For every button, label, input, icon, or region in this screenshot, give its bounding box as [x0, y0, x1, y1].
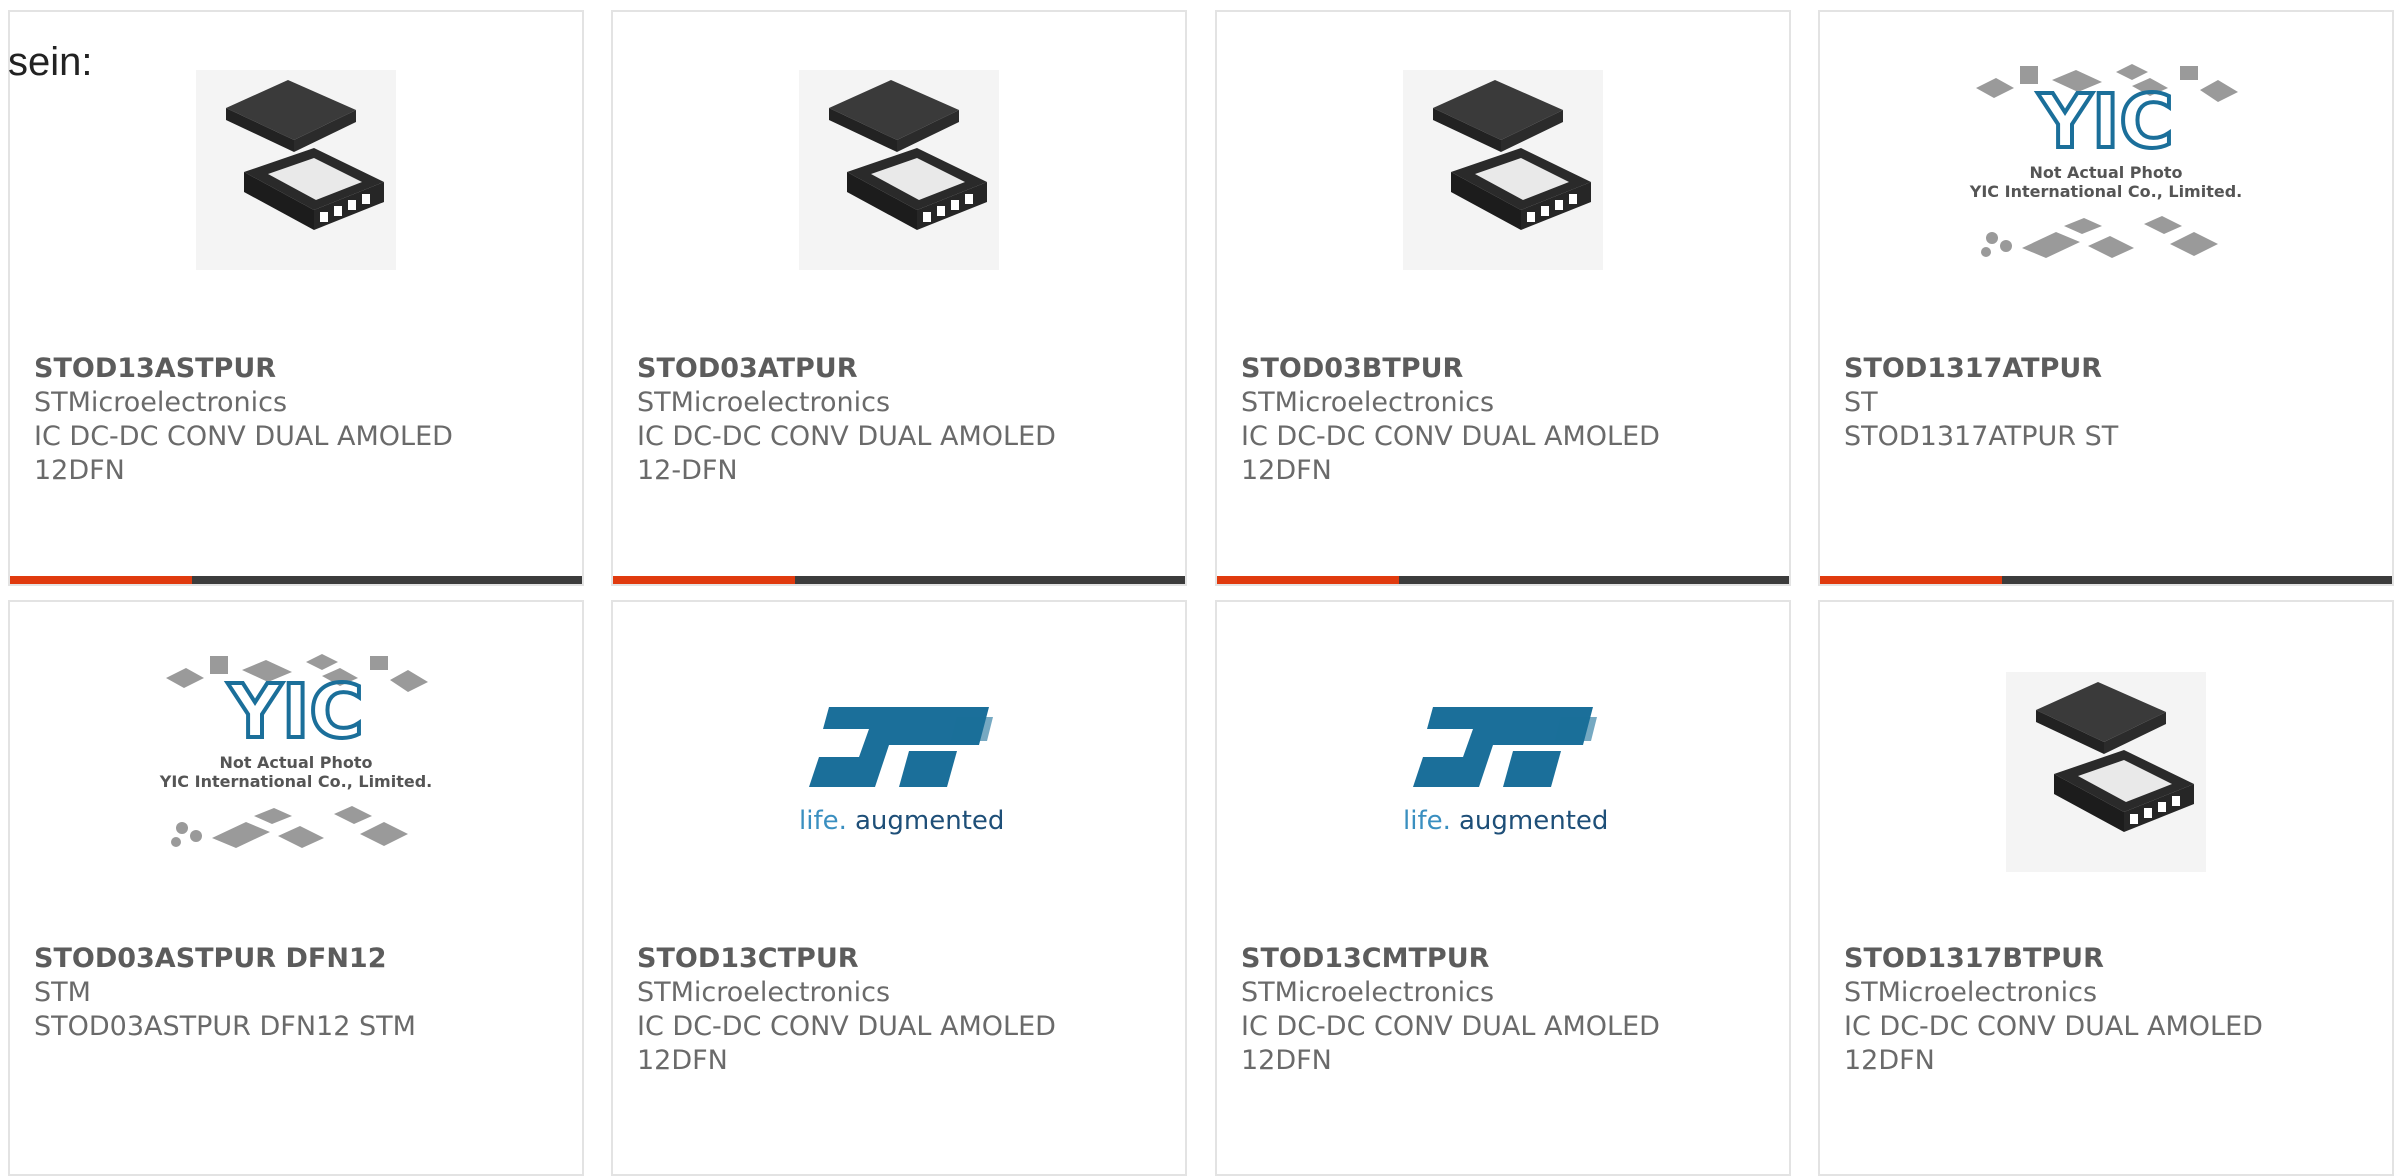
logo-tagline-left: life.	[1403, 806, 1451, 836]
product-info: STOD03BTPUR STMicroelectronics IC DC-DC …	[1241, 352, 1773, 488]
manufacturer: ST	[1844, 387, 1878, 418]
card-accent-bar	[10, 576, 192, 584]
product-grid: STOD13ASTPUR STMicroelectronics IC DC-DC…	[0, 0, 2400, 1176]
logo-tagline-right: augmented	[1459, 806, 1608, 836]
description-line-1: IC DC-DC CONV DUAL AMOLED	[637, 1011, 1056, 1042]
part-number[interactable]: STOD1317ATPUR	[1844, 352, 2376, 386]
description-line-1: IC DC-DC CONV DUAL AMOLED	[1241, 1011, 1660, 1042]
card-accent-bar	[1217, 576, 1399, 584]
chip-package-image	[1403, 70, 1603, 270]
product-info: STOD03ATPUR STMicroelectronics IC DC-DC …	[637, 352, 1169, 488]
description-line-2: 12-DFN	[637, 455, 738, 486]
manufacturer: STMicroelectronics	[637, 977, 891, 1008]
part-number[interactable]: STOD13CMTPUR	[1241, 942, 1773, 976]
card-bottom-bar	[613, 576, 1185, 584]
placeholder-line-1: Not Actual Photo	[219, 753, 372, 772]
description-line-1: STOD1317ATPUR ST	[1844, 421, 2119, 452]
product-info: STOD13CTPUR STMicroelectronics IC DC-DC …	[637, 942, 1169, 1078]
manufacturer: STMicroelectronics	[1241, 387, 1495, 418]
product-card[interactable]: life. augmented STOD13CMTPUR STMicroelec…	[1215, 600, 1791, 1176]
manufacturer: STMicroelectronics	[34, 387, 288, 418]
logo-tagline-right: augmented	[855, 806, 1004, 836]
part-number[interactable]: STOD03BTPUR	[1241, 352, 1773, 386]
card-bottom-bar	[10, 576, 582, 584]
product-card[interactable]: STOD1317BTPUR STMicroelectronics IC DC-D…	[1818, 600, 2394, 1176]
description-line-2: 12DFN	[1241, 1045, 1332, 1076]
description-line-1: STOD03ASTPUR DFN12 STM	[34, 1011, 416, 1042]
product-image[interactable]	[613, 70, 1185, 350]
card-accent-bar	[1820, 576, 2002, 584]
chip-package-image	[799, 70, 999, 270]
placeholder-line-2: YIC International Co., Limited.	[1969, 182, 2242, 201]
description-line-1: IC DC-DC CONV DUAL AMOLED	[1844, 1011, 2263, 1042]
product-info: STOD03ASTPUR DFN12 STM STOD03ASTPUR DFN1…	[34, 942, 566, 1044]
product-image[interactable]	[1217, 70, 1789, 350]
chip-package-image	[2006, 672, 2206, 872]
logo-tagline-left: life.	[799, 806, 847, 836]
description-line-2: 12DFN	[637, 1045, 728, 1076]
card-bottom-bar	[1820, 576, 2392, 584]
description-line-1: IC DC-DC CONV DUAL AMOLED	[637, 421, 1056, 452]
manufacturer: STMicroelectronics	[1241, 977, 1495, 1008]
product-card[interactable]: STOD03ATPUR STMicroelectronics IC DC-DC …	[611, 10, 1187, 586]
product-card[interactable]: YIC Not Actual Photo YIC International C…	[8, 600, 584, 1176]
description-line-2: 12DFN	[1844, 1045, 1935, 1076]
intro-text: sein:	[8, 40, 93, 84]
manufacturer: STMicroelectronics	[637, 387, 891, 418]
yic-brand-text: YIC	[2037, 79, 2173, 165]
part-number[interactable]: STOD03ATPUR	[637, 352, 1169, 386]
product-image[interactable]	[1820, 672, 2392, 952]
part-number[interactable]: STOD13CTPUR	[637, 942, 1169, 976]
description-line-1: IC DC-DC CONV DUAL AMOLED	[1241, 421, 1660, 452]
description-line-2: 12DFN	[34, 455, 125, 486]
not-actual-photo-placeholder: YIC Not Actual Photo YIC International C…	[159, 654, 432, 848]
manufacturer: STM	[34, 977, 91, 1008]
product-image[interactable]: life. augmented	[613, 697, 1185, 977]
description-line-2: 12DFN	[1241, 455, 1332, 486]
product-image[interactable]: YIC Not Actual Photo YIC International C…	[10, 642, 582, 922]
product-card[interactable]: YIC Not Actual Photo YIC International C…	[1818, 10, 2394, 586]
placeholder-line-1: Not Actual Photo	[2029, 163, 2182, 182]
product-image[interactable]: YIC Not Actual Photo YIC International C…	[1820, 52, 2392, 332]
part-number[interactable]: STOD1317BTPUR	[1844, 942, 2376, 976]
st-logo-image: life. augmented	[799, 707, 1004, 836]
part-number[interactable]: STOD03ASTPUR DFN12	[34, 942, 566, 976]
product-card[interactable]: life. augmented STOD13CTPUR STMicroelect…	[611, 600, 1187, 1176]
product-info: STOD13ASTPUR STMicroelectronics IC DC-DC…	[34, 352, 566, 488]
product-card[interactable]: STOD13ASTPUR STMicroelectronics IC DC-DC…	[8, 10, 584, 586]
card-accent-bar	[613, 576, 795, 584]
manufacturer: STMicroelectronics	[1844, 977, 2098, 1008]
part-number[interactable]: STOD13ASTPUR	[34, 352, 566, 386]
product-info: STOD1317ATPUR ST STOD1317ATPUR ST	[1844, 352, 2376, 454]
placeholder-line-2: YIC International Co., Limited.	[159, 772, 432, 791]
not-actual-photo-placeholder: YIC Not Actual Photo YIC International C…	[1969, 64, 2242, 258]
description-line-1: IC DC-DC CONV DUAL AMOLED	[34, 421, 453, 452]
product-card[interactable]: STOD03BTPUR STMicroelectronics IC DC-DC …	[1215, 10, 1791, 586]
product-info: STOD1317BTPUR STMicroelectronics IC DC-D…	[1844, 942, 2376, 1078]
card-bottom-bar	[1217, 576, 1789, 584]
chip-package-image	[196, 70, 396, 270]
st-logo-image: life. augmented	[1403, 707, 1608, 836]
yic-brand-text: YIC	[227, 669, 363, 755]
product-image[interactable]	[10, 70, 582, 350]
product-image[interactable]: life. augmented	[1217, 697, 1789, 977]
product-info: STOD13CMTPUR STMicroelectronics IC DC-DC…	[1241, 942, 1773, 1078]
